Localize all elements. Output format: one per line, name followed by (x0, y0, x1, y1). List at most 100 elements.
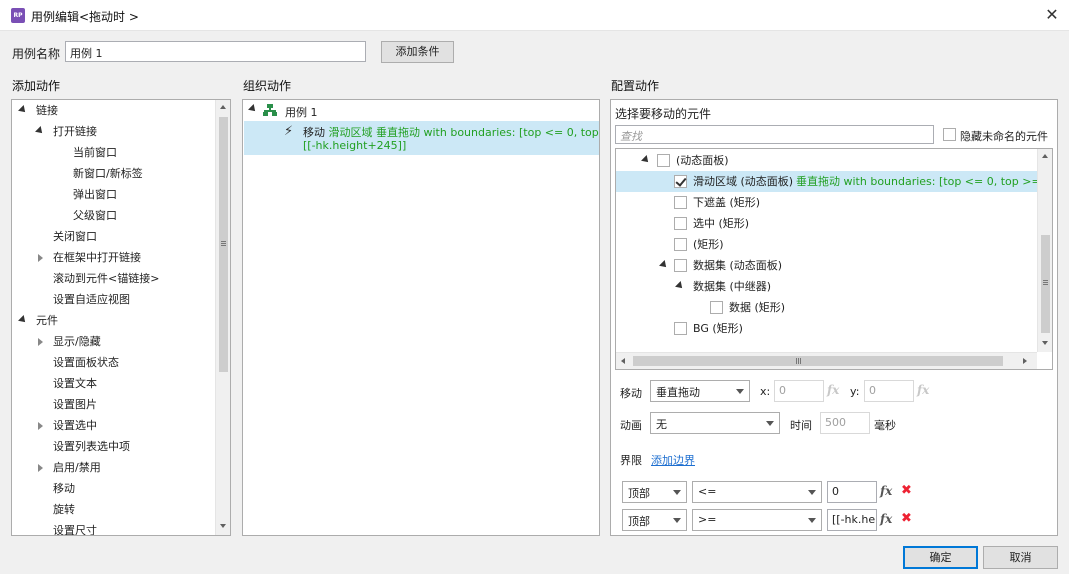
add-action-item[interactable]: 设置文本 (12, 373, 215, 394)
widget-tree-item-label: 滑动区域 (动态面板) (693, 175, 794, 188)
add-action-item[interactable]: 设置图片 (12, 394, 215, 415)
widget-tree-item-label: 选中 (矩形) (693, 217, 750, 230)
add-action-item[interactable]: 父级窗口 (12, 205, 215, 226)
add-action-item-label: 父级窗口 (73, 209, 117, 222)
widget-tree-hscrollbar[interactable] (616, 352, 1037, 369)
add-action-scrollbar[interactable] (215, 100, 230, 535)
configure-action-panel: 选择要移动的元件 查找 隐藏未命名的元件 (动态面板) 滑动区域 (动态面板) 垂直… (610, 99, 1058, 536)
tree-scroll-up-icon[interactable] (1042, 154, 1048, 158)
add-action-item[interactable]: 元件 (12, 310, 215, 331)
close-icon[interactable]: ✕ (1040, 3, 1064, 27)
widget-tree-item[interactable]: 数据 (矩形) (616, 297, 1037, 318)
add-action-item-label: 链接 (36, 104, 58, 117)
bound2-fx-button[interactable]: fx (880, 512, 892, 526)
scroll-up-icon[interactable] (220, 105, 226, 109)
tree-scroll-down-icon[interactable] (1042, 341, 1048, 345)
add-action-item[interactable]: 设置尺寸 (12, 520, 215, 535)
action-boundary-text: with boundaries: [top <= 0, top >= (423, 126, 600, 139)
expanded-icon[interactable] (18, 105, 28, 115)
add-action-tree: 链接打开链接当前窗口 新窗口/新标签 弹出窗口父级窗口关闭窗口 在框架中打开链接 滚动到… (12, 100, 215, 535)
hide-unnamed-checkbox[interactable] (943, 128, 956, 141)
add-action-item[interactable]: 移动 (12, 478, 215, 499)
move-type-value: 垂直拖动 (656, 386, 700, 399)
widget-tree-vscrollbar[interactable] (1037, 149, 1052, 352)
move-label: 移动 (620, 387, 642, 400)
collapsed-icon[interactable] (38, 464, 43, 472)
add-action-item[interactable]: 旋转 (12, 499, 215, 520)
widget-checkbox[interactable] (674, 196, 687, 209)
add-action-item[interactable]: 设置面板状态 (12, 352, 215, 373)
bound1-op-value: <= (698, 485, 717, 498)
y-fx-button[interactable]: fx (917, 383, 929, 397)
add-action-item[interactable]: 打开链接 (12, 121, 215, 142)
case-name-input[interactable]: 用例 1 (65, 41, 366, 62)
collapsed-icon[interactable] (38, 254, 43, 262)
scroll-down-icon[interactable] (220, 524, 226, 528)
add-action-item[interactable]: 设置选中 (12, 415, 215, 436)
widget-tree-item[interactable]: BG (矩形) (616, 318, 1037, 339)
widget-checkbox[interactable] (674, 217, 687, 230)
y-input[interactable]: 0 (864, 380, 914, 402)
tree-hscroll-thumb[interactable] (633, 356, 1003, 366)
expanded-icon[interactable] (641, 155, 651, 165)
widget-checkbox[interactable] (674, 259, 687, 272)
add-action-item[interactable]: 当前窗口 (12, 142, 215, 163)
bound2-value-input[interactable]: [[-hk.hei (827, 509, 877, 531)
add-action-item[interactable]: 弹出窗口 (12, 184, 215, 205)
widget-checkbox[interactable] (710, 301, 723, 314)
time-input[interactable]: 500 (820, 412, 870, 434)
widget-tree: (动态面板) 滑动区域 (动态面板) 垂直拖动 with boundaries: [… (616, 149, 1037, 352)
expanded-icon[interactable] (659, 260, 669, 270)
move-type-select[interactable]: 垂直拖动 (650, 380, 750, 402)
bound1-edge-value: 顶部 (628, 487, 650, 500)
bound2-op-select[interactable]: >= (692, 509, 822, 531)
case-label[interactable]: 用例 1 (285, 104, 318, 120)
x-fx-button[interactable]: fx (827, 383, 839, 397)
add-action-item[interactable]: 在框架中打开链接 (12, 247, 215, 268)
expanded-icon[interactable] (18, 315, 28, 325)
animation-select[interactable]: 无 (650, 412, 780, 434)
ok-button[interactable]: 确定 (903, 546, 978, 569)
add-action-item[interactable]: 显示/隐藏 (12, 331, 215, 352)
add-action-item[interactable]: 链接 (12, 100, 215, 121)
collapsed-icon[interactable] (38, 422, 43, 430)
widget-checkbox[interactable] (674, 322, 687, 335)
add-action-item[interactable]: 启用/禁用 (12, 457, 215, 478)
add-action-item-label: 打开链接 (53, 125, 97, 138)
widget-tree-item[interactable]: 滑动区域 (动态面板) 垂直拖动 with boundaries: [top <=… (616, 171, 1037, 192)
add-condition-button[interactable]: 添加条件 (381, 41, 454, 63)
add-action-item[interactable]: 设置列表选中项 (12, 436, 215, 457)
widget-tree-item[interactable]: (矩形) (616, 234, 1037, 255)
bound1-fx-button[interactable]: fx (880, 484, 892, 498)
add-action-item[interactable]: 新窗口/新标签 (12, 163, 215, 184)
selected-action-row[interactable]: ⚡ 移动 滑动区域 垂直拖动 with boundaries: [top <= … (244, 121, 599, 155)
animation-value: 无 (656, 418, 667, 431)
bound1-value-input[interactable]: 0 (827, 481, 877, 503)
cancel-button[interactable]: 取消 (983, 546, 1058, 569)
x-input[interactable]: 0 (774, 380, 824, 402)
bound2-delete-icon[interactable]: ✖ (901, 511, 912, 526)
bound2-edge-select[interactable]: 顶部 (622, 509, 687, 531)
add-bound-link[interactable]: 添加边界 (651, 452, 695, 468)
expanded-icon[interactable] (35, 126, 45, 136)
widget-checkbox[interactable] (657, 154, 670, 167)
add-action-item[interactable]: 滚动到元件<锚链接> (12, 268, 215, 289)
tree-scroll-right-icon[interactable] (1023, 358, 1027, 364)
widget-tree-item[interactable]: 下遮盖 (矩形) (616, 192, 1037, 213)
bound1-edge-select[interactable]: 顶部 (622, 481, 687, 503)
widget-tree-item[interactable]: (动态面板) (616, 150, 1037, 171)
expanded-icon[interactable] (675, 281, 685, 291)
bound1-op-select[interactable]: <= (692, 481, 822, 503)
add-action-item[interactable]: 关闭窗口 (12, 226, 215, 247)
action-prefix: 移动 (303, 126, 325, 139)
bound1-delete-icon[interactable]: ✖ (901, 483, 912, 498)
collapsed-icon[interactable] (38, 338, 43, 346)
widget-tree-item[interactable]: 数据集 (动态面板) (616, 255, 1037, 276)
widget-checkbox[interactable] (674, 175, 687, 188)
widget-search-input[interactable]: 查找 (615, 125, 934, 144)
widget-tree-item[interactable]: 数据集 (中继器) (616, 276, 1037, 297)
widget-checkbox[interactable] (674, 238, 687, 251)
tree-scroll-left-icon[interactable] (621, 358, 625, 364)
add-action-item[interactable]: 设置自适应视图 (12, 289, 215, 310)
widget-tree-item[interactable]: 选中 (矩形) (616, 213, 1037, 234)
